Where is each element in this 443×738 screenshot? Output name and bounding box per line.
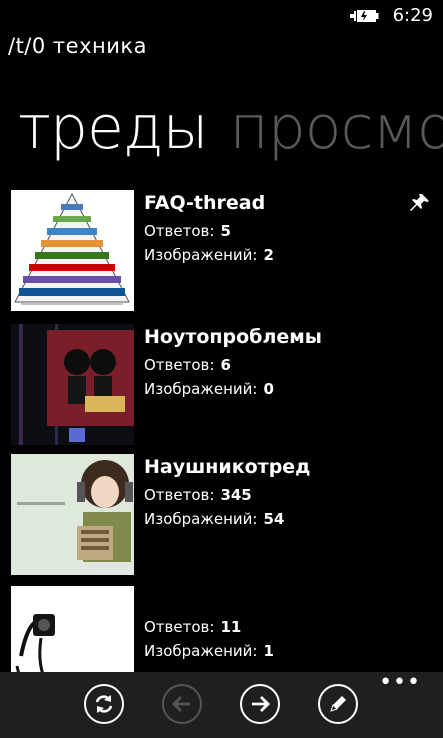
images-count: Изображений: 0: [144, 380, 274, 398]
pyramid-diagram-image: [14, 192, 130, 305]
app-title: /t/0 техника: [8, 34, 147, 58]
pin-icon: [410, 194, 429, 211]
forward-button[interactable]: [240, 684, 280, 724]
more-button[interactable]: •••: [379, 672, 421, 694]
images-count: Изображений: 1: [144, 642, 274, 660]
thread-title: FAQ-thread: [144, 192, 266, 214]
replies-count: Ответов: 11: [144, 618, 242, 636]
thread-item[interactable]: Наушникотред Ответов: 345 Изображений: 54: [0, 452, 443, 575]
refresh-icon: [95, 695, 113, 713]
tab-viewed[interactable]: просмо: [229, 93, 443, 163]
refresh-button[interactable]: [84, 684, 124, 724]
pivot-header: треды просмо: [18, 90, 443, 170]
battery-charging-icon: [350, 10, 379, 22]
forward-arrow-icon: [252, 696, 270, 712]
poster-image: [11, 324, 134, 445]
back-button[interactable]: [162, 684, 202, 724]
thread-item[interactable]: Ответов: 11 Изображений: 1: [0, 584, 443, 672]
thread-item[interactable]: Ноутопроблемы Ответов: 6 Изображений: 0: [0, 322, 443, 445]
thread-thumbnail[interactable]: [11, 190, 134, 311]
thread-title: Ноутопроблемы: [144, 326, 322, 348]
app-bar: •••: [0, 672, 443, 738]
thread-thumbnail[interactable]: [11, 454, 134, 575]
images-count: Изображений: 54: [144, 510, 285, 528]
tab-threads[interactable]: треды: [18, 93, 208, 163]
images-count: Изображений: 2: [144, 246, 274, 264]
headphones-image: [11, 586, 134, 672]
thread-thumbnail[interactable]: [11, 586, 134, 672]
clock: 6:29: [392, 5, 433, 26]
edit-pencil-icon: [330, 696, 346, 712]
replies-count: Ответов: 5: [144, 222, 231, 240]
replies-count: Ответов: 345: [144, 486, 252, 504]
thread-list: FAQ-thread Ответов: 5 Изображений: 2 Ноуто…: [0, 188, 443, 672]
thread-item[interactable]: FAQ-thread Ответов: 5 Изображений: 2: [0, 188, 443, 311]
replies-count: Ответов: 6: [144, 356, 231, 374]
back-arrow-icon: [172, 696, 190, 712]
thread-title: Наушникотред: [144, 456, 311, 478]
anime-headphones-image: [11, 454, 134, 575]
edit-button[interactable]: [318, 684, 358, 724]
status-bar: 6:29: [0, 0, 443, 32]
thread-thumbnail[interactable]: [11, 324, 134, 445]
